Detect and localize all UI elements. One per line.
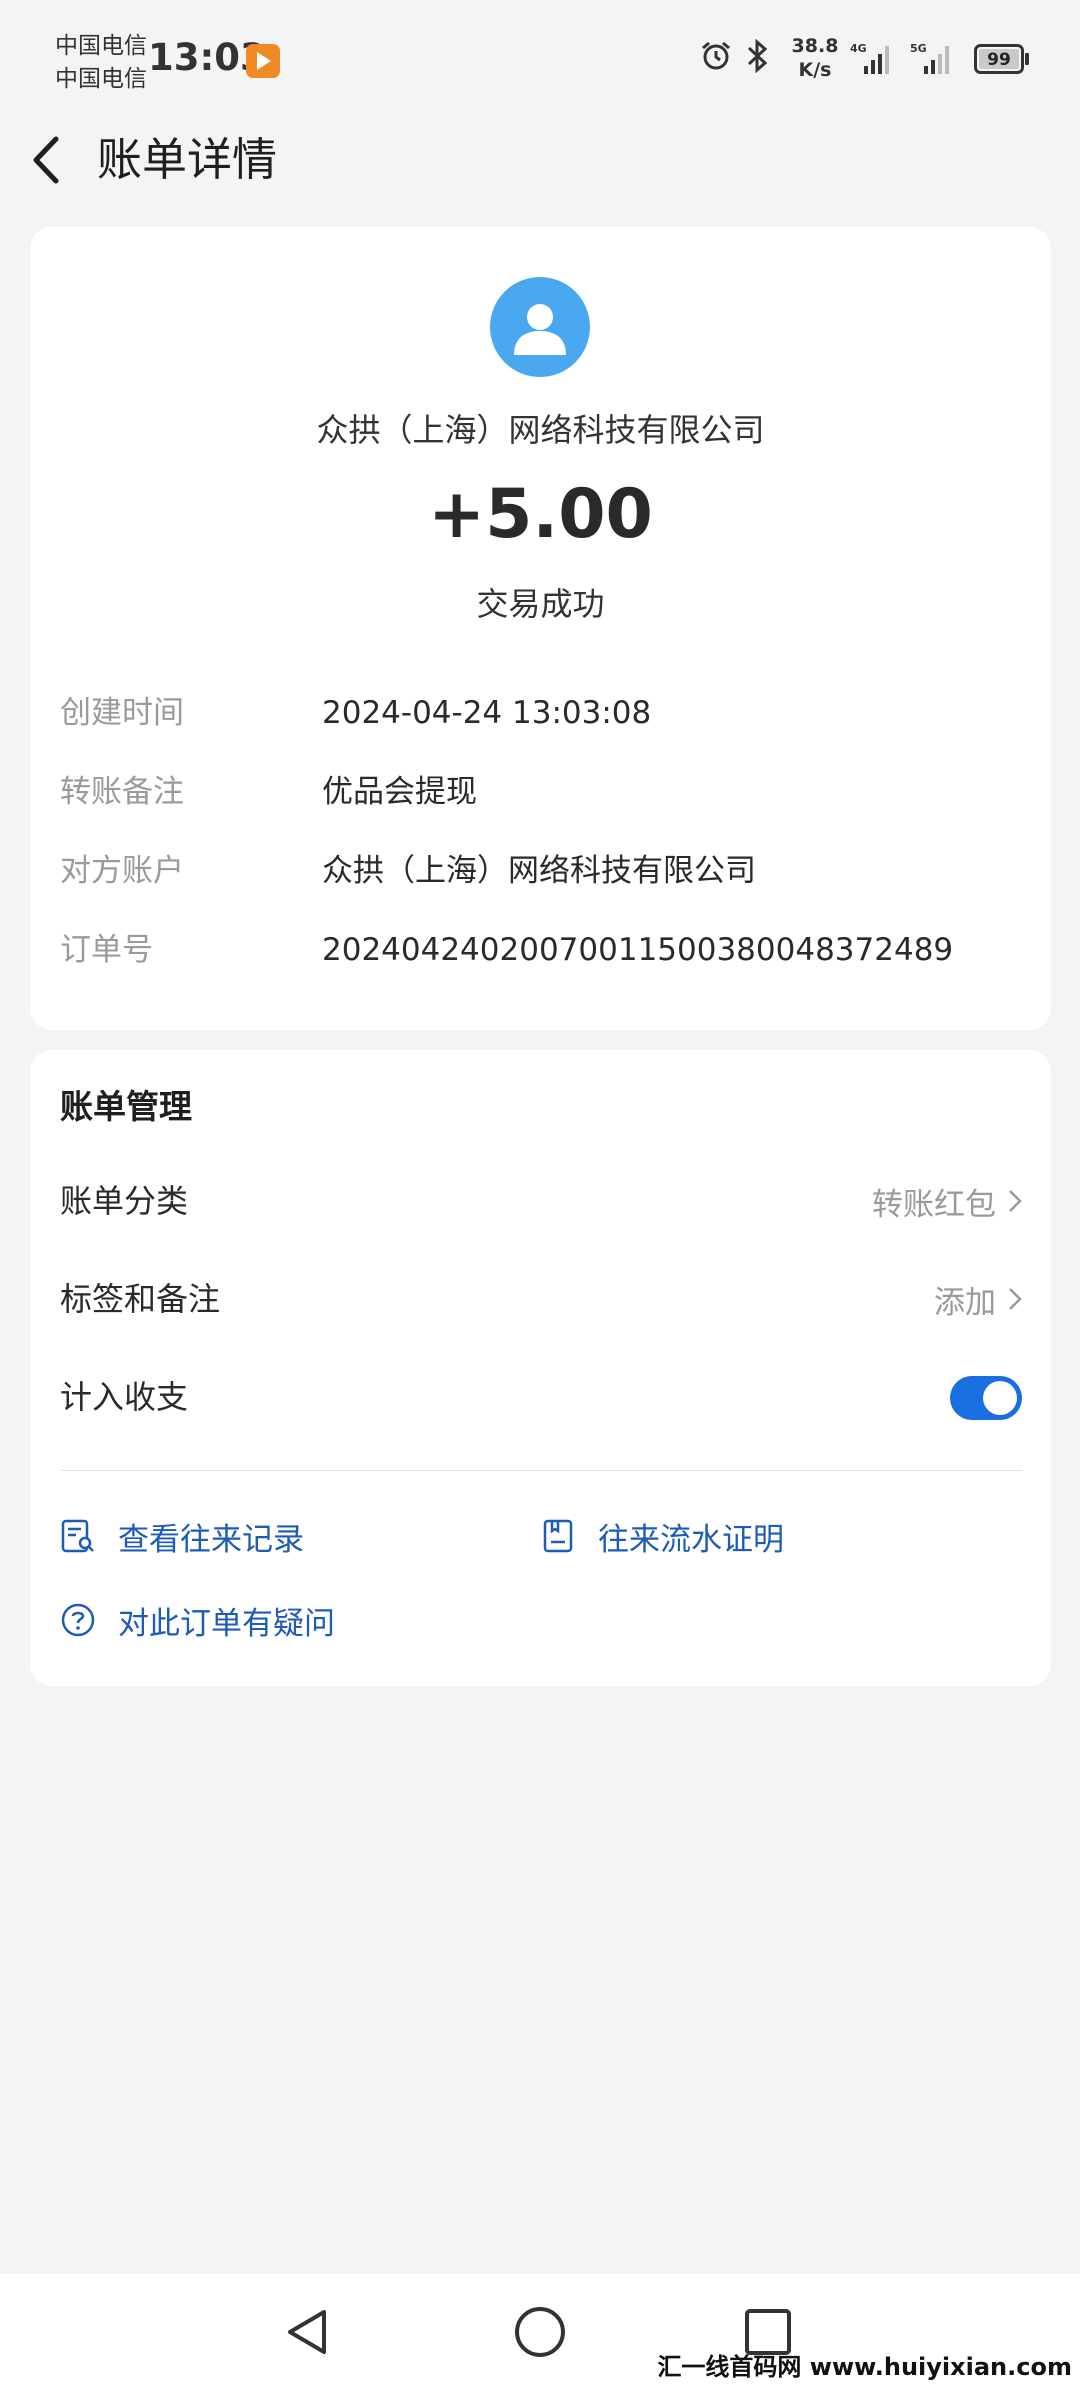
bill-category-label: 账单分类: [60, 1182, 189, 1220]
svg-text:4G: 4G: [850, 42, 867, 55]
order-question-link[interactable]: 对此订单有疑问: [60, 1592, 335, 1648]
svg-text:5G: 5G: [910, 42, 927, 55]
merchant-name: 众拱（上海）网络科技有限公司: [316, 411, 765, 449]
include-in-budget-label: 计入收支: [60, 1378, 189, 1416]
bill-category-row[interactable]: 账单分类 转账红包: [60, 1166, 1022, 1236]
status-bar: 中国电信 中国电信 13:03 38.8 K/s 4G 5G 99: [0, 0, 1080, 110]
include-in-budget-row: 计入收支: [60, 1362, 1022, 1432]
view-records-link[interactable]: 查看往来记录: [60, 1508, 304, 1564]
detail-label: 对方账户: [60, 853, 184, 889]
detail-value: 2024-04-24 13:03:08: [322, 695, 652, 731]
flow-proof-text: 往来流水证明: [598, 1521, 784, 1558]
detail-label: 转账备注: [60, 774, 184, 810]
bill-category-value: 转账红包: [872, 1186, 996, 1223]
detail-row-created-time: 创建时间 2024-04-24 13:03:08: [60, 689, 1020, 737]
detail-value: 优品会提现: [322, 774, 477, 810]
document-icon: [543, 1519, 573, 1553]
tags-notes-label: 标签和备注: [60, 1280, 221, 1318]
order-question-text: 对此订单有疑问: [118, 1605, 335, 1642]
nav-home-icon[interactable]: [512, 2304, 568, 2360]
merchant-avatar: [490, 277, 590, 377]
view-records-text: 查看往来记录: [118, 1521, 304, 1558]
carrier-info: 中国电信 中国电信: [55, 30, 147, 96]
bill-summary-card: 众拱（上海）网络科技有限公司 +5.00 交易成功 创建时间 2024-04-2…: [30, 227, 1051, 1030]
detail-label: 订单号: [60, 932, 153, 968]
record-search-icon: [61, 1519, 94, 1553]
tags-notes-row[interactable]: 标签和备注 添加: [60, 1264, 1022, 1334]
detail-row-order-number: 订单号 20240424020070011500380048372489: [60, 926, 1020, 974]
network-speed: 38.8 K/s: [791, 35, 839, 81]
page-title: 账单详情: [97, 133, 278, 186]
chevron-right-icon: [1009, 1190, 1022, 1212]
signal-5g-icon: 5G: [910, 42, 949, 74]
nav-back-icon[interactable]: [280, 2304, 336, 2360]
chevron-right-icon: [1009, 1288, 1022, 1310]
section-title: 账单管理: [60, 1087, 192, 1126]
detail-row-transfer-note: 转账备注 优品会提现: [60, 768, 1020, 816]
transaction-status: 交易成功: [476, 585, 605, 623]
question-icon: [61, 1603, 95, 1637]
include-in-budget-toggle[interactable]: [950, 1376, 1022, 1420]
alarm-icon: [702, 41, 730, 70]
bill-management-card: 账单管理 账单分类 转账红包 标签和备注 添加 计入收支 查看往来记录 往来流水…: [30, 1050, 1051, 1686]
svg-text:99: 99: [987, 50, 1011, 70]
tags-notes-value: 添加: [934, 1284, 996, 1321]
detail-row-counterparty: 对方账户 众拱（上海）网络科技有限公司: [60, 847, 1020, 895]
transaction-amount: +5.00: [428, 475, 653, 554]
divider: [60, 1470, 1022, 1471]
flow-proof-link[interactable]: 往来流水证明: [540, 1508, 784, 1564]
carrier-2: 中国电信: [55, 66, 147, 92]
bluetooth-icon: [747, 38, 768, 74]
detail-label: 创建时间: [60, 695, 184, 731]
chevron-left-icon: [33, 136, 59, 184]
watermark: 汇一线首码网 www.huiyixian.com: [657, 2353, 1072, 2381]
app-notification-icon: [246, 44, 280, 78]
signal-4g-icon: 4G: [850, 42, 889, 74]
system-navigation-bar: 汇一线首码网 www.huiyixian.com: [0, 2274, 1080, 2388]
back-button[interactable]: [28, 122, 78, 198]
header: 账单详情: [0, 110, 1080, 240]
toggle-knob: [983, 1381, 1017, 1415]
battery-icon: 99: [974, 44, 1029, 74]
detail-value[interactable]: 20240424020070011500380048372489: [322, 926, 953, 974]
user-icon: [514, 304, 566, 355]
detail-value: 众拱（上海）网络科技有限公司: [322, 853, 756, 889]
carrier-1: 中国电信: [55, 33, 147, 59]
